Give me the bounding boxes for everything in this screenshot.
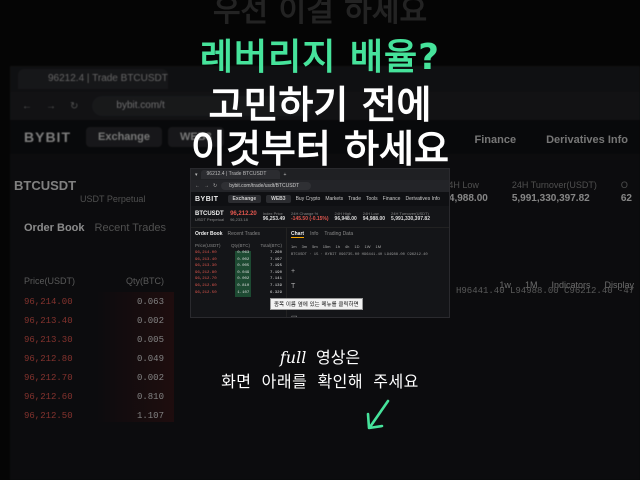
stat-value: -145.50 (-0.15%) [291,216,329,222]
row-total: 7.190 [269,270,282,275]
caption-video-word: 영상은 [315,348,361,367]
nav-buy-crypto[interactable]: Buy Crypto [296,196,321,202]
inset-screenshot: ▾ 96212.4 | Trade BTCUSDT + ← → ↻ bybit.… [190,168,450,318]
column-header-price: Price(USDT) [195,243,221,248]
stat-value: 5,991,330,397.82 [391,216,430,222]
tab-list-icon[interactable]: ▾ [195,172,198,178]
row-price: 96,212.70 [195,277,217,282]
inset-stat: 24H High 96,948.00 [335,211,357,222]
orderbook-row[interactable]: 96,212.60 0.810 7.139 [195,283,282,291]
nav-markets[interactable]: Markets [325,196,343,202]
row-price: 96,214.00 [195,251,217,255]
row-qty: 1.107 [235,290,252,298]
headline-line-3: 이것부터 하세요 [191,127,449,171]
column-header-qty: Qty(BTC) [230,243,250,248]
tab-trading-data[interactable]: Trading Data [324,231,353,238]
inset-stat: 24H Change % -145.50 (-0.15%) [291,211,329,222]
timeframe-button[interactable]: 1W [365,244,371,249]
headline-question: 레버리지 배율? [199,37,441,78]
row-price: 96,213.30 [195,264,217,269]
timeframe-button[interactable]: 15m [323,244,331,249]
stat-value: 96,948.00 [334,216,357,222]
back-arrow-icon[interactable]: ← [195,183,200,189]
faded-headline-top: 우선 이걸 하세요 [212,0,428,29]
timeframe-button[interactable]: 3m [302,244,308,249]
tab-recent-trades[interactable]: Recent Trades [228,231,261,237]
inset-stat: 24H Low 94,988.00 [363,211,385,222]
inset-timeframe-bar: 1m 3m 5m 15m 1h 4h 1D 1W 1M [291,244,445,249]
inset-tab[interactable]: 96212.4 | Trade BTCUSDT [200,170,281,179]
tab-order-book[interactable]: Order Book [195,231,223,237]
inset-pair-block[interactable]: BTCUSDT USDT Perpetual [195,211,224,222]
orderbook-row[interactable]: 96,213.40 0.002 7.197 [195,257,282,265]
orderbook-row[interactable]: 96,214.00 0.063 7.260 [195,251,282,258]
orderbook-row[interactable]: 96,212.70 0.002 7.141 [195,277,282,284]
ruler-icon[interactable]: ▭ [291,313,298,317]
stat-value: 94,988.00 [362,216,386,222]
timeframe-button[interactable]: 1D [354,244,359,249]
inset-price-block: 96,212.20 96,233.18 [230,211,257,222]
inset-ticker-row: BTCUSDT USDT Perpetual 96,212.20 96,233.… [191,206,449,228]
down-left-arrow-icon [366,399,390,430]
orderbook-row[interactable]: 96,213.30 0.005 7.195 [195,264,282,271]
inset-stat: 24H Turnover(USDT) 5,991,330,397.82 [391,211,430,222]
row-total: 7.197 [269,257,282,262]
column-header-total: Total(BTC) [260,243,282,248]
row-qty: 0.002 [235,277,252,284]
text-tool-icon[interactable]: T [291,283,298,290]
caption-line-1: full 영상은 [0,344,640,368]
inset-address-bar: ← → ↻ bybit.com/trade/usdt/BTCUSDT [191,180,449,192]
new-tab-icon[interactable]: + [283,172,286,178]
inset-site-nav: BYBIT Exchange WEB3 Buy Crypto Markets T… [191,192,449,206]
row-qty: 0.063 [235,251,252,258]
orderbook-row[interactable]: 96,212.50 1.107 6.329 [195,290,282,298]
reload-icon[interactable]: ↻ [213,183,217,189]
row-total: 7.141 [269,277,282,282]
video-frame: 96212.4 | Trade BTCUSDT ← → ↻ bybit.com/… [0,0,640,480]
caption-line-2: 화면 아래를 확인해 주세요 [221,372,419,391]
inset-mark-price: 96,233.18 [230,217,248,222]
inset-drawing-tools: + T ≡ ▭ [291,268,298,317]
row-qty: 0.049 [235,270,252,278]
inset-pair-sub: USDT Perpetual [195,217,225,222]
timeframe-button[interactable]: 4h [345,244,349,249]
row-qty: 0.002 [235,257,252,265]
timeframe-button[interactable]: 1M [376,244,382,249]
nav-trade[interactable]: Trade [348,196,361,202]
timeframe-button[interactable]: 1h [335,244,339,249]
inset-tab-bar: ▾ 96212.4 | Trade BTCUSDT + [191,169,449,180]
inset-ohlc-readout: BTCUSDT · 15 · BYBIT O96735.00 H96441.40… [291,253,428,257]
row-total: 7.139 [269,283,282,288]
stat-value: 96,253.49 [262,216,286,222]
row-price: 96,212.60 [195,283,217,288]
crosshair-icon[interactable]: + [291,268,298,275]
caption-full-word: full [279,348,307,367]
row-total: 7.260 [269,251,282,255]
web3-button[interactable]: WEB3 [266,195,291,203]
inset-stat: Index Price 96,253.49 [263,211,285,222]
inset-tooltip: 종목 이름 옆에 있는 메뉴를 클릭하면 [270,298,363,310]
row-price: 96,212.80 [195,270,217,275]
row-qty: 0.810 [235,283,252,291]
nav-derivatives-info[interactable]: Derivatives Info [405,196,439,202]
tab-chart[interactable]: Chart [291,231,305,238]
bybit-logo[interactable]: BYBIT [195,196,219,203]
timeframe-button[interactable]: 1m [291,244,297,249]
row-qty: 0.005 [235,264,252,271]
inset-url-field[interactable]: bybit.com/trade/usdt/BTCUSDT [221,182,312,190]
tab-info[interactable]: Info [310,231,318,238]
row-total: 7.195 [269,264,282,269]
exchange-button[interactable]: Exchange [227,195,262,203]
row-total: 6.329 [269,290,282,295]
inset-orderbook-header: Price(USDT) Qty(BTC) Total(BTC) [195,243,282,248]
nav-finance[interactable]: Finance [383,196,401,202]
inset-chart-tabs: Chart Info Trading Data [291,231,445,238]
forward-arrow-icon[interactable]: → [204,183,209,189]
row-price: 96,212.50 [195,290,217,295]
nav-tools[interactable]: Tools [366,196,378,202]
inset-orderbook-tabs: Order Book Recent Trades [195,231,282,237]
row-price: 96,213.40 [195,257,217,262]
timeframe-button[interactable]: 5m [312,244,318,249]
orderbook-row[interactable]: 96,212.80 0.049 7.190 [195,270,282,278]
